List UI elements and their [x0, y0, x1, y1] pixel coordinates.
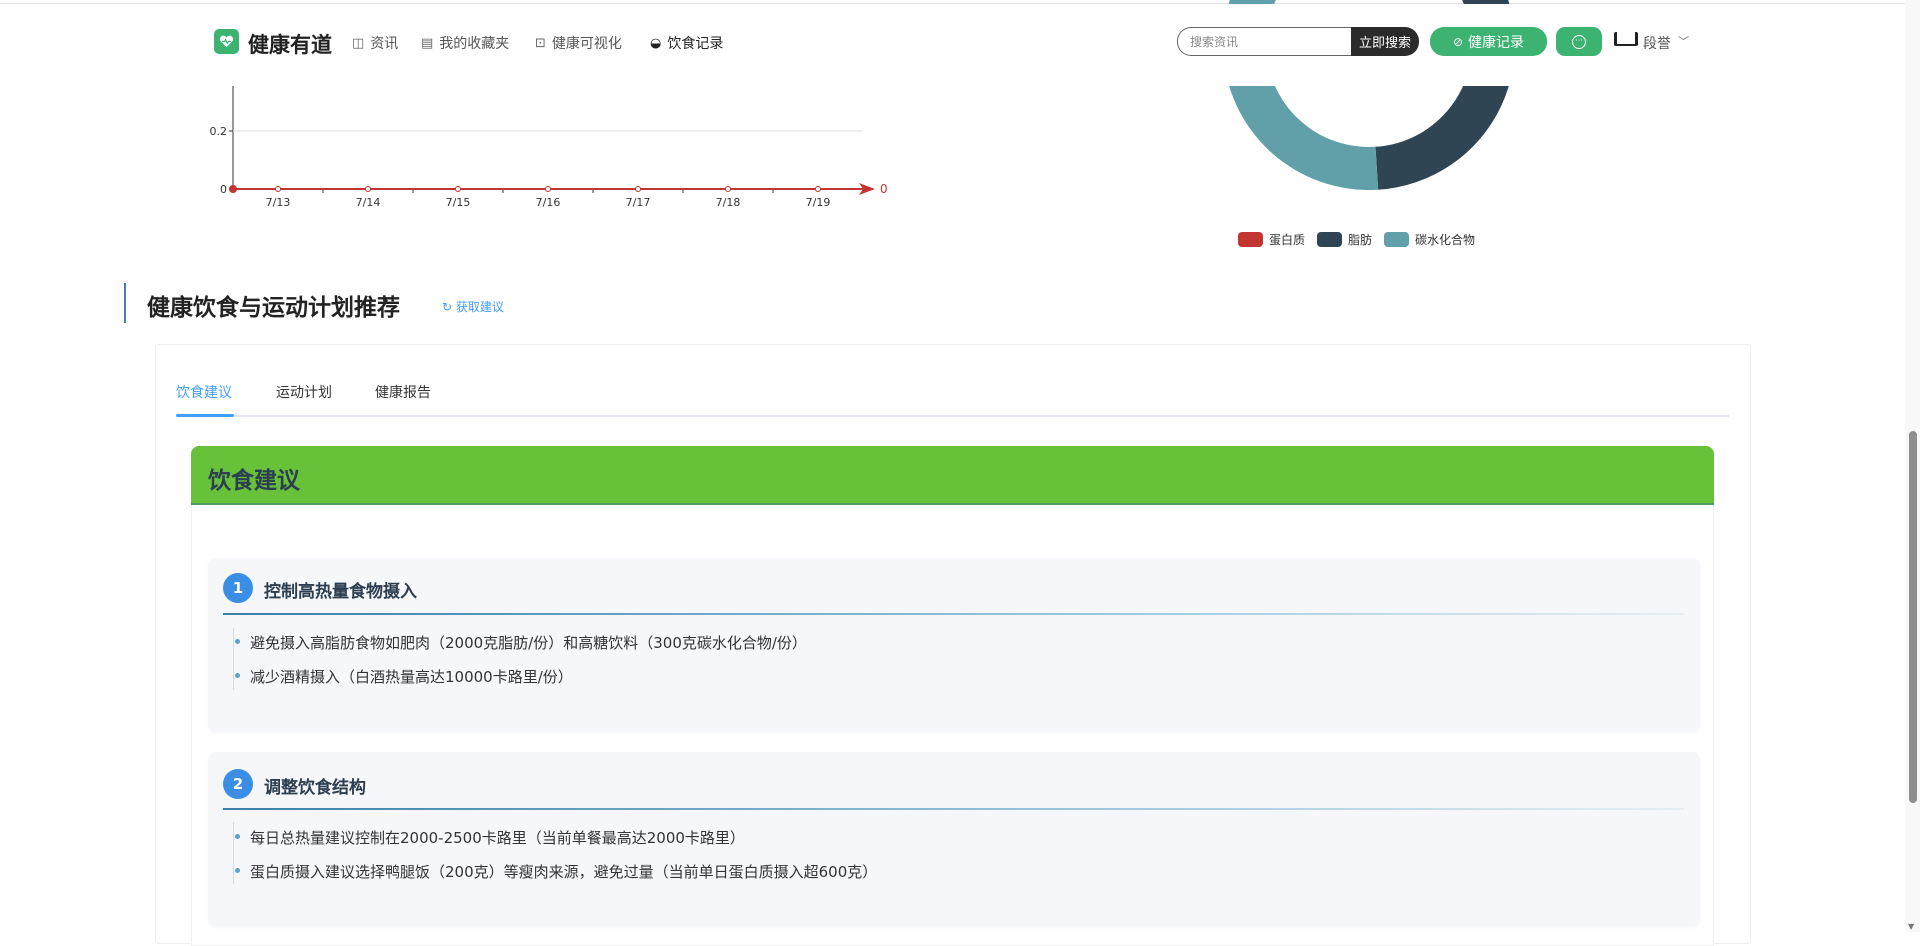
x-tick-label: 7/18 [716, 196, 741, 209]
legend-carbs-swatch[interactable] [1384, 232, 1410, 247]
section-accent-bar [124, 283, 126, 323]
tab-health-report[interactable]: 健康报告 [375, 382, 431, 402]
nav-favorites-label: 我的收藏夹 [439, 36, 510, 52]
advice-point: 避免摄入高脂肪食物如肥肉（2000克脂肪/份）和高糖饮料（300克碳水化合物/份… [250, 634, 807, 652]
nav-news[interactable]: ◫ 资讯 [352, 33, 398, 53]
health-record-label: 健康记录 [1468, 34, 1525, 51]
book-icon: ◫ [352, 35, 365, 51]
item-title-underline [223, 613, 1684, 615]
advice-point: 蛋白质摄入建议选择鸭腿饭（200克）等瘦肉来源，避免过量（当前单日蛋白质摄入超6… [250, 863, 878, 881]
nav-diet-record[interactable]: ◒ 饮食记录 [650, 33, 723, 53]
y-tick-label: 0.2 [210, 125, 228, 138]
list-left-border [233, 822, 234, 884]
chevron-down-icon[interactable]: ﹀ [1678, 33, 1689, 49]
item-number-badge: 2 [223, 769, 253, 799]
folder-icon: ▤ [421, 35, 434, 51]
list-left-border [233, 628, 234, 690]
data-point [725, 186, 731, 192]
section-title: 健康饮食与运动计划推荐 [147, 295, 400, 321]
data-point [365, 186, 371, 192]
x-tick-label: 7/16 [536, 196, 561, 209]
x-tick-label: 7/15 [446, 196, 471, 209]
panel-header [191, 446, 1714, 505]
get-advice-label: 获取建议 [455, 300, 504, 314]
x-tick-label: 7/14 [356, 196, 381, 209]
nav-favorites[interactable]: ▤ 我的收藏夹 [421, 33, 509, 53]
refresh-icon: ↻ [442, 300, 456, 314]
nav-visualization-label: 健康可视化 [551, 36, 622, 52]
nav-visualization[interactable]: ⊡ 健康可视化 [535, 33, 622, 53]
tab-diet-advice[interactable]: 饮食建议 [176, 382, 232, 402]
bowl-icon: ◒ [650, 35, 662, 51]
series-end-label: 0 [880, 182, 888, 196]
data-point [815, 186, 821, 192]
bullet-dot [235, 868, 240, 873]
data-point [275, 186, 281, 192]
avatar[interactable] [1614, 32, 1638, 46]
x-tick-label: 7/13 [266, 196, 291, 209]
legend-fat-label[interactable]: 脂肪 [1348, 231, 1372, 248]
data-point [455, 186, 461, 192]
nav-news-label: 资讯 [370, 36, 399, 52]
tab-exercise-plan[interactable]: 运动计划 [276, 382, 332, 402]
series-origin-point [229, 185, 237, 193]
search-input[interactable] [1177, 27, 1352, 56]
legend-carbs-label[interactable]: 碳水化合物 [1415, 231, 1475, 248]
donut-legend: 蛋白质 脂肪 碳水化合物 [1238, 231, 1475, 248]
scrollbar-thumb[interactable] [1909, 431, 1917, 803]
x-tick-label: 7/17 [626, 196, 651, 209]
chat-bubble-icon: ··· [1572, 34, 1586, 49]
health-record-button[interactable]: ⊘ 健康记录 [1430, 27, 1547, 56]
brand-name[interactable]: 健康有道 [248, 29, 332, 59]
scroll-down-arrow-icon[interactable]: ▼ [1908, 922, 1914, 931]
advice-point: 减少酒精摄入（白酒热量高达10000卡路里/份） [250, 668, 573, 686]
legend-protein-swatch[interactable] [1238, 232, 1263, 247]
data-point [545, 186, 551, 192]
logo-heart-icon[interactable] [214, 29, 239, 54]
x-tick-label: 7/19 [806, 196, 831, 209]
data-point [635, 186, 641, 192]
chat-button[interactable]: ··· [1556, 27, 1602, 56]
chart-icon: ⊡ [535, 35, 546, 51]
advice-point: 每日总热量建议控制在2000-2500卡路里（当前单餐最高达2000卡路里） [250, 829, 745, 847]
bullet-dot [235, 673, 240, 678]
legend-protein-label[interactable]: 蛋白质 [1269, 231, 1305, 248]
panel-title: 饮食建议 [208, 468, 300, 494]
bullet-dot [235, 639, 240, 644]
nav-diet-record-label: 饮食记录 [667, 36, 724, 52]
get-advice-button[interactable]: ↻ 获取建议 [442, 298, 504, 315]
item-number-badge: 1 [223, 573, 253, 603]
tab-divider [176, 415, 1729, 417]
active-tab-indicator [176, 414, 234, 417]
y-tick-label: 0 [220, 183, 227, 196]
search-button[interactable]: 立即搜索 [1351, 27, 1419, 56]
item-title: 控制高热量食物摄入 [264, 582, 417, 602]
record-icon: ⊘ [1452, 34, 1464, 49]
item-title: 调整饮食结构 [264, 778, 366, 798]
legend-fat-swatch[interactable] [1317, 232, 1343, 247]
bullet-dot [235, 834, 240, 839]
item-title-underline [223, 808, 1684, 810]
username[interactable]: 段誉 [1643, 33, 1671, 53]
